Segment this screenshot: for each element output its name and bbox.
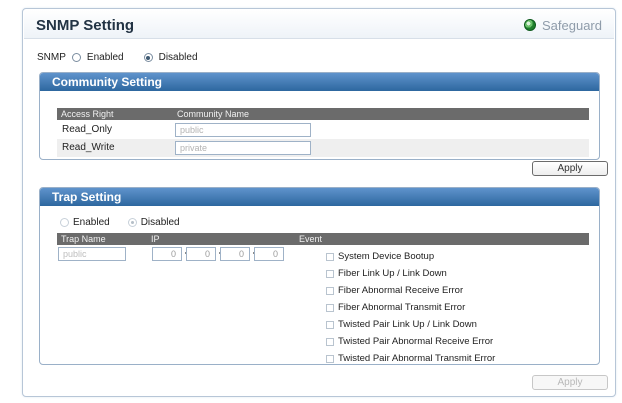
event-item-twisted-pair-link[interactable]: Twisted Pair Link Up / Link Down — [326, 319, 477, 330]
read-write-community-input[interactable]: private — [175, 141, 311, 155]
event-label: Twisted Pair Abnormal Transmit Error — [338, 353, 496, 364]
trap-name-input[interactable]: public — [58, 247, 126, 261]
event-header: Event — [299, 234, 323, 244]
event-label: Twisted Pair Link Up / Link Down — [338, 319, 477, 330]
safeguard-status-icon — [524, 19, 536, 31]
event-label: System Device Bootup — [338, 251, 435, 262]
snmp-enable-row: SNMP Enabled Disabled — [37, 52, 198, 63]
ip-octet-4-input[interactable]: 0 — [254, 247, 284, 261]
event-checkbox[interactable] — [326, 354, 334, 363]
page-title: SNMP Setting — [36, 17, 135, 34]
snmp-disabled-label: Disabled — [158, 52, 198, 63]
community-row: Read_Write private — [57, 139, 589, 157]
event-item-fiber-link[interactable]: Fiber Link Up / Link Down — [326, 268, 447, 279]
trap-setting-title: Trap Setting — [40, 188, 599, 206]
event-item-fiber-receive-error[interactable]: Fiber Abnormal Receive Error — [326, 285, 463, 296]
event-label: Twisted Pair Abnormal Receive Error — [338, 336, 494, 347]
access-right-cell: Read_Only — [62, 124, 113, 135]
snmp-enabled-label: Enabled — [86, 52, 124, 63]
community-row: Read_Only public — [57, 121, 589, 139]
trap-enabled-label: Enabled — [73, 217, 110, 228]
access-right-cell: Read_Write — [62, 142, 115, 153]
event-item-system-device-bootup[interactable]: System Device Bootup — [326, 251, 434, 262]
event-checkbox[interactable] — [326, 303, 334, 312]
trap-setting-section: Trap Setting Enabled Disabled Trap Name … — [39, 187, 600, 365]
snmp-label: SNMP — [37, 52, 66, 63]
safeguard-indicator: Safeguard — [524, 16, 602, 34]
event-checkbox[interactable] — [326, 269, 334, 278]
safeguard-label: Safeguard — [542, 17, 602, 33]
trap-table-header: Trap Name IP Event — [57, 233, 589, 245]
event-label: Fiber Link Up / Link Down — [338, 268, 447, 279]
snmp-enabled-radio[interactable] — [71, 53, 81, 62]
event-label: Fiber Abnormal Transmit Error — [338, 302, 466, 313]
page-header: SNMP Setting Safeguard — [24, 10, 614, 39]
snmp-disabled-radio[interactable] — [143, 53, 153, 62]
event-item-twisted-pair-receive-error[interactable]: Twisted Pair Abnormal Receive Error — [326, 336, 493, 347]
community-name-header: Community Name — [177, 109, 250, 119]
community-setting-section: Community Setting Access Right Community… — [39, 72, 600, 160]
community-setting-title: Community Setting — [40, 73, 599, 91]
read-only-community-input[interactable]: public — [175, 123, 311, 137]
community-apply-button[interactable]: Apply — [532, 161, 608, 176]
ip-octet-1-input[interactable]: 0 — [152, 247, 182, 261]
event-item-fiber-transmit-error[interactable]: Fiber Abnormal Transmit Error — [326, 302, 465, 313]
community-table-header: Access Right Community Name — [57, 108, 589, 120]
trap-enable-row: Enabled Disabled — [60, 217, 180, 228]
ip-octet-2-input[interactable]: 0 — [186, 247, 216, 261]
event-checkbox[interactable] — [326, 337, 334, 346]
event-label: Fiber Abnormal Receive Error — [338, 285, 464, 296]
trap-apply-button[interactable]: Apply — [532, 375, 608, 390]
event-item-twisted-pair-transmit-error[interactable]: Twisted Pair Abnormal Transmit Error — [326, 353, 495, 364]
trap-disabled-label: Disabled — [140, 217, 180, 228]
trap-enabled-radio[interactable] — [60, 218, 69, 227]
ip-octet-3-input[interactable]: 0 — [220, 247, 250, 261]
access-right-header: Access Right — [61, 109, 114, 119]
trap-disabled-radio[interactable] — [127, 218, 137, 227]
event-checkbox[interactable] — [326, 252, 334, 261]
ip-header: IP — [151, 234, 160, 244]
trap-name-header: Trap Name — [61, 234, 106, 244]
snmp-setting-panel: SNMP Setting Safeguard SNMP Enabled Disa… — [22, 8, 616, 397]
event-checkbox[interactable] — [326, 286, 334, 295]
event-checkbox[interactable] — [326, 320, 334, 329]
